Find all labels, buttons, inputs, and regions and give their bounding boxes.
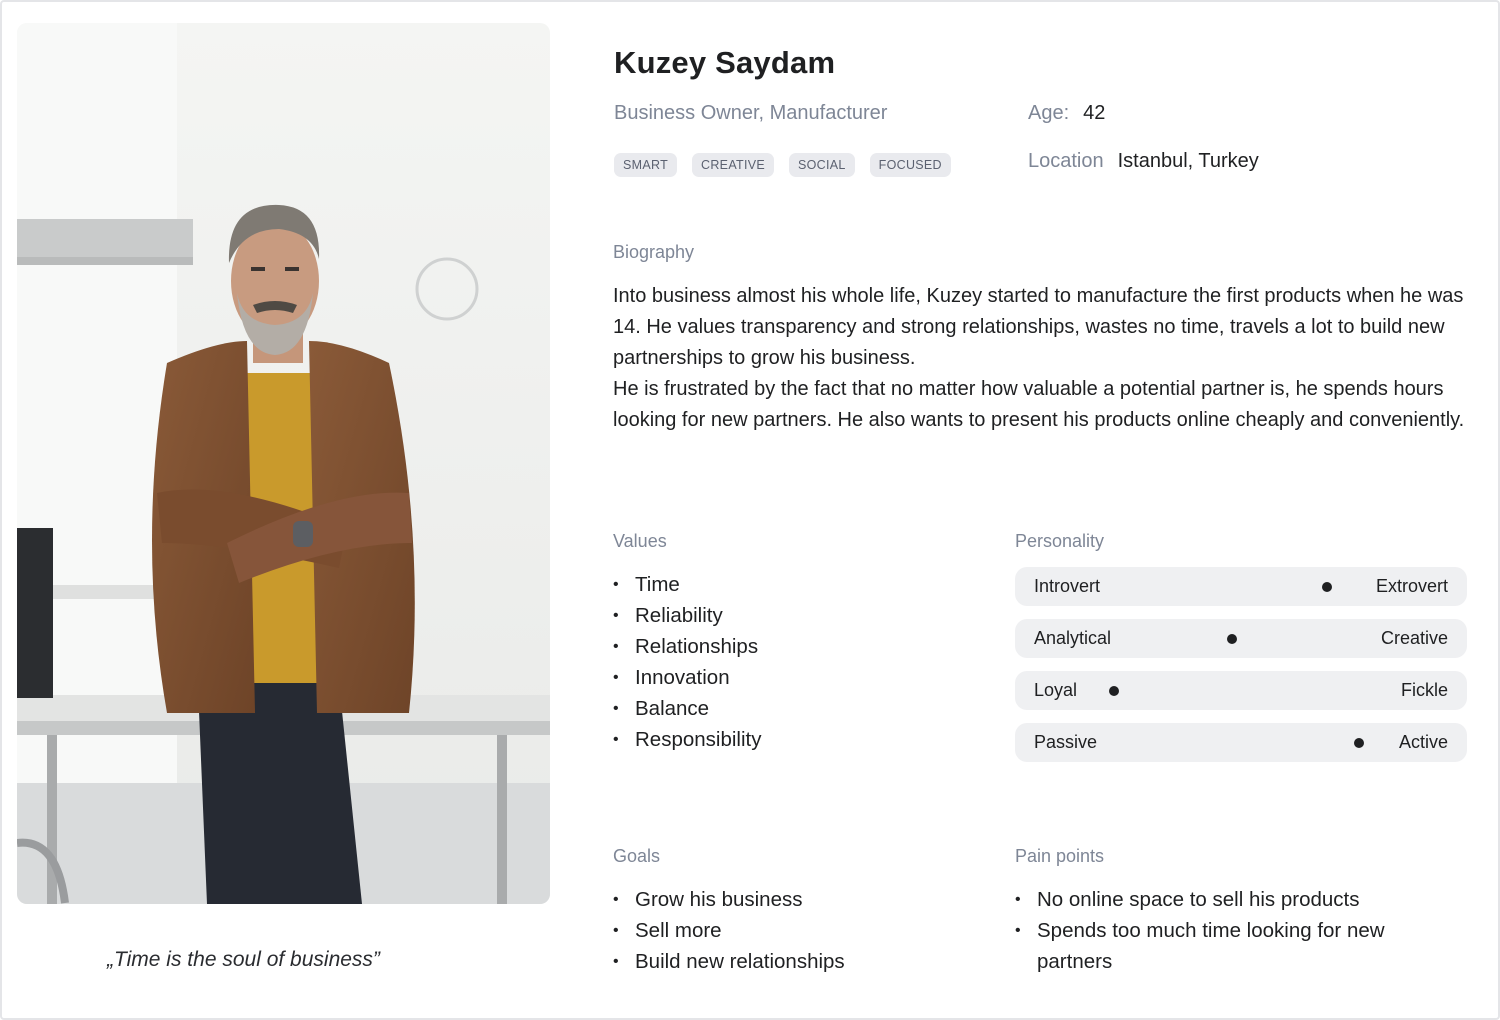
tag-social: SOCIAL xyxy=(789,153,855,177)
age-label: Age: xyxy=(1028,102,1070,124)
biography-text: Into business almost his whole life, Kuz… xyxy=(613,281,1473,436)
trait-marker xyxy=(1226,633,1237,644)
age-row: Age: 42 xyxy=(1028,102,1105,125)
values-title: Values xyxy=(613,531,667,551)
pain-points-list: No online space to sell his products Spe… xyxy=(1015,884,1435,977)
persona-tags: SMART CREATIVE SOCIAL FOCUSED xyxy=(614,153,951,177)
biography-title: Biography xyxy=(613,242,695,262)
list-item: Relationships xyxy=(613,631,761,662)
tag-creative: CREATIVE xyxy=(692,153,775,177)
list-item: No online space to sell his products xyxy=(1015,884,1435,915)
location-label: Location xyxy=(1028,150,1104,172)
trait-slider: Analytical Creative xyxy=(1015,619,1467,658)
persona-quote: „Time is the soul of business” xyxy=(107,948,380,971)
list-item: Time xyxy=(613,569,761,600)
trait-left-label: Passive xyxy=(1034,732,1098,752)
biography-paragraph: Into business almost his whole life, Kuz… xyxy=(613,285,1465,431)
personality-title: Personality xyxy=(1015,531,1105,551)
list-item: Balance xyxy=(613,693,761,724)
tag-smart: SMART xyxy=(614,153,678,177)
goals-title: Goals xyxy=(613,846,661,866)
trait-right-label: Active xyxy=(1398,732,1448,752)
location-value: Istanbul, Turkey xyxy=(1117,150,1259,172)
list-item: Reliability xyxy=(613,600,761,631)
trait-marker xyxy=(1353,737,1364,748)
trait-right-label: Creative xyxy=(1380,628,1448,648)
values-list: Time Reliability Relationships Innovatio… xyxy=(613,569,761,755)
trait-marker xyxy=(1109,685,1120,696)
pain-points-title: Pain points xyxy=(1015,846,1105,866)
persona-photo xyxy=(17,23,550,904)
trait-right-label: Fickle xyxy=(1400,680,1448,700)
goals-list: Grow his business Sell more Build new re… xyxy=(613,884,845,977)
persona-name: Kuzey Saydam xyxy=(614,45,836,80)
trait-slider: Loyal Fickle xyxy=(1015,671,1467,710)
list-item: Grow his business xyxy=(613,884,845,915)
trait-left-label: Loyal xyxy=(1034,680,1078,700)
trait-slider: Introvert Extrovert xyxy=(1015,567,1467,606)
list-item: Spends too much time looking for new par… xyxy=(1015,915,1435,977)
trait-left-label: Introvert xyxy=(1034,576,1101,596)
list-item: Innovation xyxy=(613,662,761,693)
trait-left-label: Analytical xyxy=(1034,628,1112,648)
age-value: 42 xyxy=(1083,102,1106,124)
personality-sliders: Introvert Extrovert Analytical Creative … xyxy=(1015,567,1467,775)
list-item: Build new relationships xyxy=(613,946,845,977)
list-item: Responsibility xyxy=(613,724,761,755)
trait-right-label: Extrovert xyxy=(1375,576,1448,596)
list-item: Sell more xyxy=(613,915,845,946)
persona-role: Business Owner, Manufacturer xyxy=(614,102,888,124)
trait-marker xyxy=(1321,581,1332,592)
location-row: Location Istanbul, Turkey xyxy=(1028,150,1259,173)
tag-focused: FOCUSED xyxy=(869,153,951,177)
trait-slider: Passive Active xyxy=(1015,723,1467,762)
